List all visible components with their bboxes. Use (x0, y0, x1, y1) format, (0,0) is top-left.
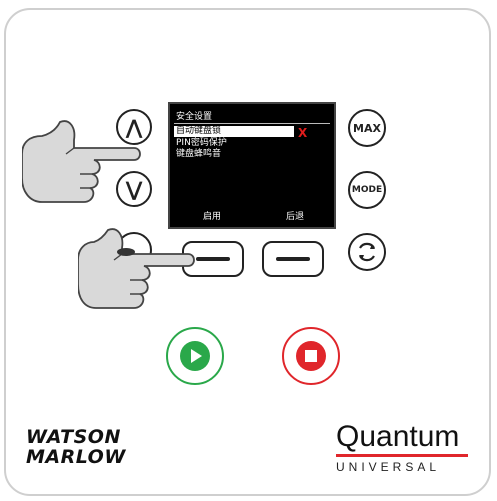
max-button[interactable]: MAX (348, 109, 386, 147)
pointing-hand-icon (78, 228, 195, 309)
logo-line-1: WATSON (26, 426, 121, 448)
direction-button[interactable] (348, 233, 386, 271)
softkey-label-back: 后退 (286, 212, 305, 222)
quantum-universal-logo: Quantum UNIVERSAL (336, 421, 478, 474)
product-name: Quantum (336, 420, 460, 453)
menu-item-pin-protection[interactable]: PIN密码保护 (176, 138, 227, 149)
screen-title: 安全设置 (176, 112, 213, 122)
pointing-hand-icon (22, 120, 141, 203)
cycle-arrows-icon (359, 242, 375, 262)
softkey-right[interactable] (262, 241, 324, 277)
watson-marlow-logo: WATSON MARLOW (26, 427, 126, 467)
logo-line-2: MARLOW (26, 446, 126, 468)
mode-button[interactable]: MODE (348, 171, 386, 209)
stop-button[interactable] (282, 327, 340, 385)
mode-label: MODE (351, 185, 383, 195)
max-label: MAX (353, 121, 381, 135)
lcd-display: 安全设置 自动键盘锁 X PIN密码保护 键盘蜂鸣音 启用 后退 (168, 102, 336, 229)
play-icon (180, 341, 210, 371)
screen-divider (174, 123, 330, 124)
start-button[interactable] (166, 327, 224, 385)
menu-item-keypad-beep[interactable]: 键盘蜂鸣音 (176, 149, 221, 160)
menu-item-auto-keypad-lock[interactable]: 自动键盘锁 (174, 126, 294, 137)
product-subtitle: UNIVERSAL (336, 460, 441, 474)
softkey-label-enable: 启用 (203, 212, 222, 222)
stop-icon (296, 341, 326, 371)
underline-stroke (336, 454, 468, 457)
disabled-mark: X (298, 126, 308, 140)
